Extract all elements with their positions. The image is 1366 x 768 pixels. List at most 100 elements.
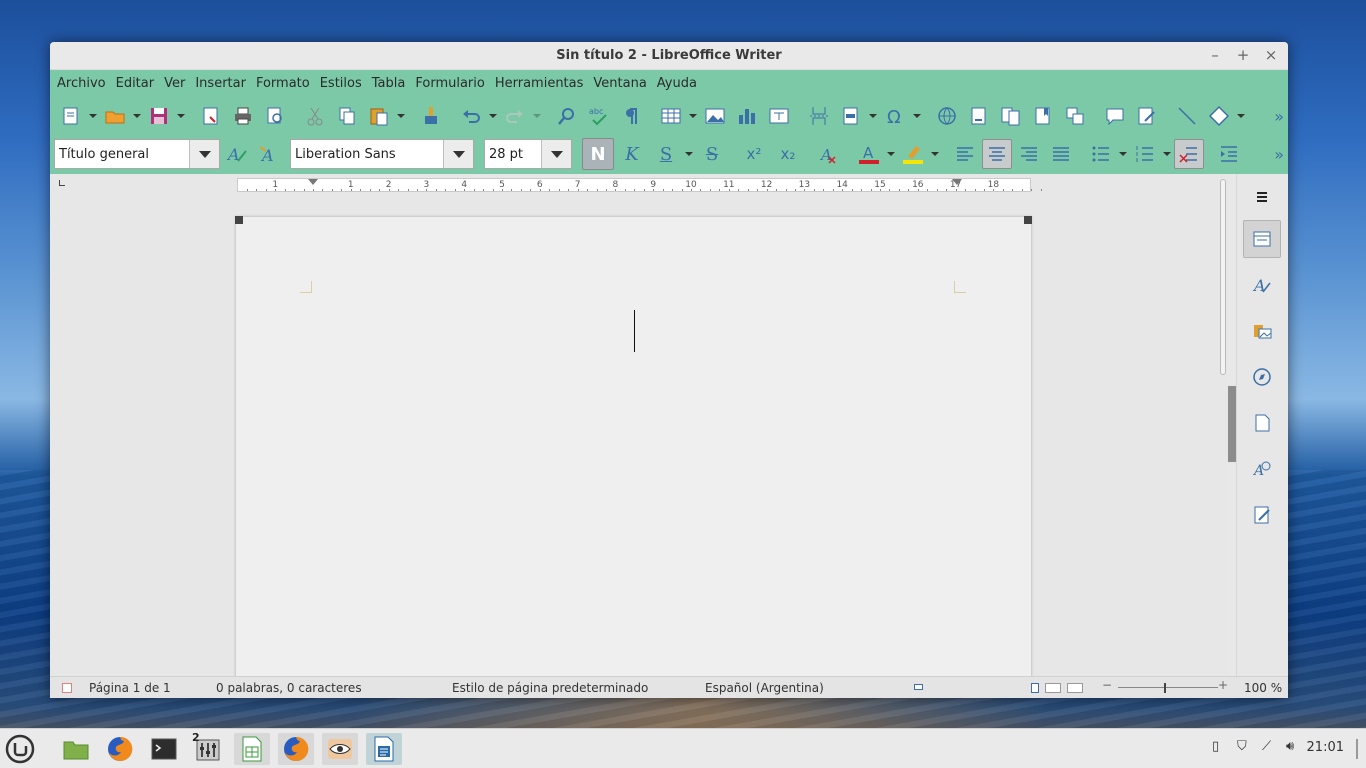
insert-hyperlink-button[interactable]: [932, 101, 962, 131]
menu-archivo[interactable]: Archivo: [52, 70, 111, 98]
taskbar-firefox-window[interactable]: [278, 733, 314, 765]
network-tray-icon[interactable]: ⟋: [1262, 739, 1271, 754]
special-char-dropdown[interactable]: [912, 101, 922, 131]
sidebar-styles-button[interactable]: A: [1243, 266, 1281, 304]
justify-button[interactable]: [1046, 139, 1076, 169]
formatting-marks-button[interactable]: [616, 101, 646, 131]
insert-cross-reference-button[interactable]: [1060, 101, 1090, 131]
paste-button[interactable]: [364, 101, 394, 131]
sidebar-navigator-button[interactable]: [1243, 358, 1281, 396]
no-list-button[interactable]: [1174, 139, 1204, 169]
page-count[interactable]: Página 1 de 1: [89, 681, 171, 695]
new-document-button[interactable]: [56, 101, 86, 131]
selection-mode-icon[interactable]: [914, 684, 923, 690]
text-language[interactable]: Español (Argentina): [705, 681, 824, 695]
find-replace-button[interactable]: [552, 101, 582, 131]
clipboard-tray-icon[interactable]: ▯: [1212, 739, 1219, 754]
paste-dropdown[interactable]: [396, 101, 406, 131]
zoom-slider[interactable]: [1118, 687, 1218, 688]
insert-endnote-button[interactable]: [996, 101, 1026, 131]
underline-button[interactable]: S: [650, 138, 682, 170]
font-name-dropdown[interactable]: [443, 140, 473, 168]
menu-ventana[interactable]: Ventana: [588, 70, 651, 98]
menu-insertar[interactable]: Insertar: [190, 70, 251, 98]
taskbar-terminal[interactable]: [146, 733, 182, 765]
zoom-level[interactable]: 100 %: [1244, 681, 1282, 695]
sidebar-collapse-handle[interactable]: [1228, 386, 1236, 462]
page-style[interactable]: Estilo de página predeterminado: [452, 681, 648, 695]
new-dropdown[interactable]: [88, 101, 98, 131]
insert-bookmark-button[interactable]: [1028, 101, 1058, 131]
indent-marker-left[interactable]: [308, 179, 318, 185]
insert-comment-button[interactable]: [1100, 101, 1130, 131]
sidebar-style-inspector-button[interactable]: A: [1243, 450, 1281, 488]
taskbar-mixer[interactable]: 2: [190, 731, 226, 765]
insert-footnote-button[interactable]: [964, 101, 994, 131]
export-pdf-button[interactable]: [196, 101, 226, 131]
font-size-combo[interactable]: 28 pt: [484, 139, 572, 169]
subscript-button[interactable]: x₂: [772, 138, 804, 170]
volume-tray-icon[interactable]: 🔊︎: [1286, 739, 1294, 754]
document-modified-icon[interactable]: [62, 683, 72, 693]
font-color-button[interactable]: A: [854, 139, 884, 169]
italic-button[interactable]: K: [616, 138, 648, 170]
copy-button[interactable]: [332, 101, 362, 131]
highlight-color-button[interactable]: [898, 139, 928, 169]
menu-ver[interactable]: Ver: [159, 70, 190, 98]
book-view-icon[interactable]: [1067, 683, 1083, 693]
taskbar-files[interactable]: [58, 733, 94, 765]
start-menu-button[interactable]: [2, 733, 38, 765]
open-dropdown[interactable]: [132, 101, 142, 131]
align-center-button[interactable]: [982, 139, 1012, 169]
undo-dropdown[interactable]: [488, 101, 498, 131]
menu-estilos[interactable]: Estilos: [315, 70, 367, 98]
print-button[interactable]: [228, 101, 258, 131]
menu-formulario[interactable]: Formulario: [410, 70, 489, 98]
spelling-button[interactable]: abc: [584, 101, 614, 131]
superscript-button[interactable]: x²: [738, 138, 770, 170]
align-left-button[interactable]: [950, 139, 980, 169]
insert-field-button[interactable]: [836, 101, 866, 131]
redo-button[interactable]: [500, 101, 530, 131]
font-name-combo[interactable]: Liberation Sans: [290, 139, 474, 169]
font-color-dropdown[interactable]: [886, 139, 896, 169]
basic-shapes-button[interactable]: [1204, 101, 1234, 131]
tab-stop-icon[interactable]: [59, 180, 65, 186]
vertical-scrollbar[interactable]: [1218, 174, 1228, 676]
sidebar-gallery-button[interactable]: [1243, 312, 1281, 350]
insert-line-button[interactable]: [1172, 101, 1202, 131]
insert-image-button[interactable]: [700, 101, 730, 131]
zoom-out-icon[interactable]: −: [1102, 678, 1112, 692]
multi-page-view-icon[interactable]: [1045, 683, 1061, 693]
indent-marker-right[interactable]: [952, 179, 962, 185]
open-button[interactable]: [100, 101, 130, 131]
underline-dropdown[interactable]: [684, 139, 694, 169]
menu-tabla[interactable]: Tabla: [367, 70, 411, 98]
word-count[interactable]: 0 palabras, 0 caracteres: [216, 681, 362, 695]
insert-textbox-button[interactable]: [764, 101, 794, 131]
shapes-dropdown[interactable]: [1236, 101, 1246, 131]
sidebar-menu-button[interactable]: [1243, 178, 1281, 216]
document-page[interactable]: [235, 216, 1032, 676]
scrollbar-thumb[interactable]: [1220, 179, 1226, 375]
insert-table-button[interactable]: [656, 101, 686, 131]
insert-page-break-button[interactable]: [804, 101, 834, 131]
print-preview-button[interactable]: [260, 101, 290, 131]
insert-special-char-button[interactable]: Ω: [880, 101, 910, 131]
horizontal-ruler[interactable]: 1 1 2 3 4 5 6 7 8 9 10 11 12 13 14 15 16 17 18: [237, 178, 1042, 192]
taskbar-image-viewer[interactable]: [322, 733, 358, 765]
menu-editar[interactable]: Editar: [111, 70, 160, 98]
toolbar-overflow-icon[interactable]: »: [1274, 107, 1284, 126]
insert-chart-button[interactable]: [732, 101, 762, 131]
increase-indent-button[interactable]: [1214, 139, 1244, 169]
taskbar-firefox[interactable]: [102, 733, 138, 765]
menu-herramientas[interactable]: Herramientas: [490, 70, 589, 98]
zoom-in-icon[interactable]: +: [1218, 678, 1228, 692]
undo-button[interactable]: [456, 101, 486, 131]
bold-button[interactable]: N: [582, 138, 614, 170]
zoom-slider-handle[interactable]: [1164, 683, 1166, 693]
paragraph-style-combo[interactable]: Título general: [54, 139, 220, 169]
redo-dropdown[interactable]: [532, 101, 542, 131]
show-desktop-button[interactable]: [1356, 739, 1358, 759]
shield-tray-icon[interactable]: ⛉: [1237, 739, 1247, 754]
